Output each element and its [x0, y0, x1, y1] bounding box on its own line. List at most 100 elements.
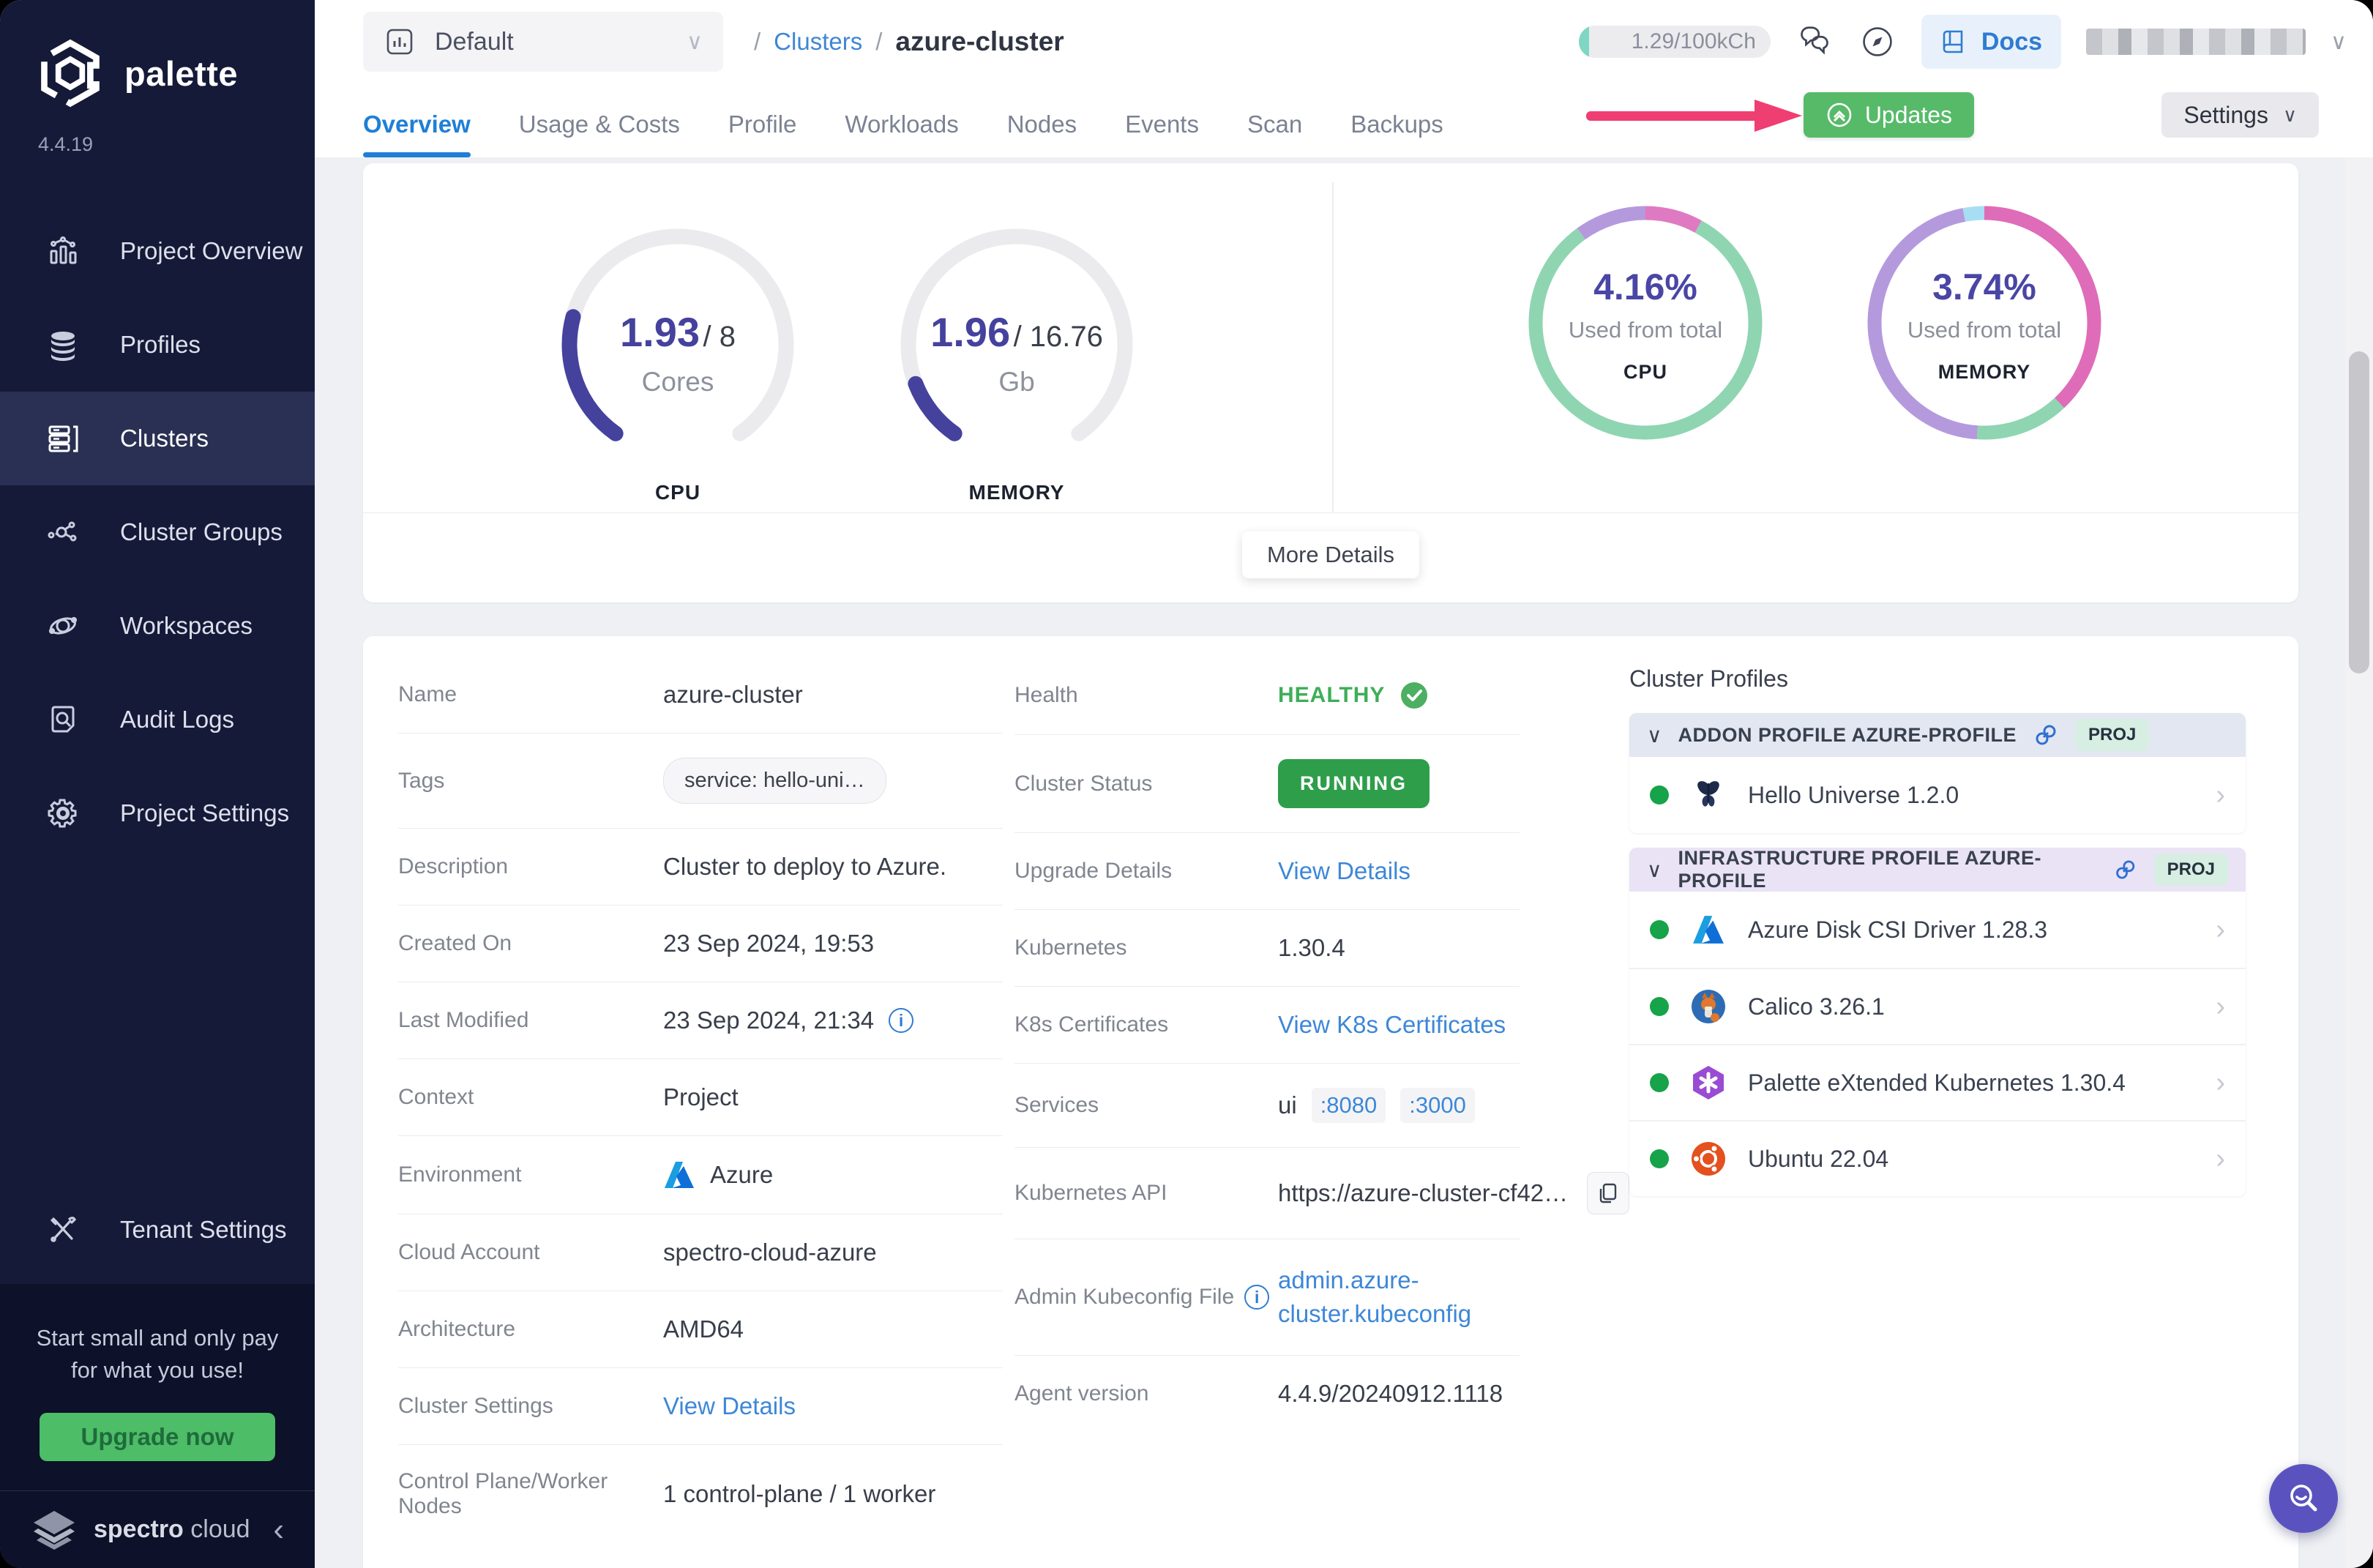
- profile-row-pxk[interactable]: Palette eXtended Kubernetes 1.30.4 ›: [1629, 1044, 2246, 1120]
- sidebar-item-workspaces[interactable]: Workspaces: [0, 579, 315, 673]
- updates-button[interactable]: Updates: [1804, 92, 1974, 138]
- updates-up-icon: [1825, 101, 1853, 129]
- chevron-right-icon: ›: [2216, 780, 2225, 811]
- settings-button[interactable]: Settings ∨: [2161, 92, 2319, 138]
- usage-progress: [1579, 26, 1589, 58]
- sidebar-item-audit-logs[interactable]: Audit Logs: [0, 673, 315, 766]
- tab-backups[interactable]: Backups: [1350, 111, 1443, 157]
- sidebar-item-tenant-settings[interactable]: Tenant Settings: [0, 1183, 315, 1277]
- infrastructure-profile-header[interactable]: ∨ INFRASTRUCTURE PROFILE AZURE-PROFILE P…: [1629, 848, 2246, 892]
- tag-pill[interactable]: service: hello-uni…: [663, 758, 886, 804]
- sidebar-collapse-button[interactable]: ‹: [273, 1514, 284, 1546]
- link-icon: [2033, 722, 2059, 748]
- info-icon[interactable]: i: [1244, 1285, 1269, 1310]
- chat-icon[interactable]: [1795, 23, 1834, 61]
- chevron-down-icon[interactable]: ∨: [1647, 723, 1662, 747]
- tab-profile[interactable]: Profile: [728, 111, 797, 157]
- docs-button[interactable]: Docs: [1921, 15, 2061, 69]
- status-dot: [1650, 920, 1669, 939]
- service-port-3000-link[interactable]: :3000: [1400, 1088, 1475, 1123]
- service-port-8080-link[interactable]: :8080: [1312, 1088, 1386, 1123]
- copy-icon[interactable]: [1587, 1172, 1629, 1214]
- tab-usage-costs[interactable]: Usage & Costs: [519, 111, 680, 157]
- sidebar-nav: Project Overview Profiles Clusters Clust…: [0, 204, 315, 860]
- sidebar-item-project-overview[interactable]: Project Overview: [0, 204, 315, 298]
- infrastructure-profile-group: ∨ INFRASTRUCTURE PROFILE AZURE-PROFILE P…: [1629, 848, 2246, 1196]
- palette-kubernetes-icon: [1689, 1064, 1727, 1102]
- calico-icon: [1689, 988, 1727, 1026]
- cpu-gauge-label: CPU: [553, 481, 802, 504]
- sidebar-item-clusters[interactable]: Clusters: [0, 392, 315, 485]
- usage-text: 1.29/100kCh: [1632, 29, 1756, 54]
- cluster-profiles-title: Cluster Profiles: [1629, 665, 2246, 692]
- cpu-usage-donut: 4.16% Used from total CPU: [1521, 198, 1770, 447]
- user-menu-chevron-icon[interactable]: ∨: [2331, 29, 2347, 55]
- addon-profile-group: ∨ ADDON PROFILE AZURE-PROFILE PROJ Hello…: [1629, 713, 2246, 833]
- detail-row-cloud-account: Cloud Account spectro-cloud-azure: [398, 1214, 1003, 1291]
- details-left-column: Name azure-cluster Tags service: hello-u…: [398, 657, 1003, 1543]
- cpu-total-value: / 8: [703, 321, 735, 353]
- tab-overview[interactable]: Overview: [363, 111, 471, 157]
- upgrade-promo: Start small and only pay for what you us…: [0, 1284, 315, 1490]
- detail-row-services: Services ui :8080 :3000: [1014, 1064, 1520, 1148]
- brand-name: palette: [124, 53, 238, 94]
- sidebar-footer: spectro cloud ‹: [0, 1490, 315, 1568]
- more-details-button[interactable]: More Details: [1242, 531, 1419, 578]
- upgrade-view-details-link[interactable]: View Details: [1278, 857, 1410, 885]
- upgrade-now-button[interactable]: Upgrade now: [40, 1413, 275, 1461]
- tab-events[interactable]: Events: [1125, 111, 1199, 157]
- workspaces-icon: [45, 608, 81, 643]
- project-overview-icon: [45, 234, 81, 269]
- sidebar-item-label: Profiles: [120, 331, 201, 359]
- tab-scan[interactable]: Scan: [1247, 111, 1302, 157]
- chevron-right-icon: ›: [2216, 1143, 2225, 1175]
- profile-row-azure-disk[interactable]: Azure Disk CSI Driver 1.28.3 ›: [1629, 892, 2246, 968]
- updates-label: Updates: [1865, 102, 1952, 129]
- sidebar-item-label: Project Settings: [120, 799, 289, 827]
- sidebar-item-cluster-groups[interactable]: Cluster Groups: [0, 485, 315, 579]
- sidebar-item-profiles[interactable]: Profiles: [0, 298, 315, 392]
- annotation-arrow: [1586, 95, 1806, 136]
- detail-row-last-modified: Last Modified 23 Sep 2024, 21:34i: [398, 982, 1003, 1059]
- view-k8s-certificates-link[interactable]: View K8s Certificates: [1278, 1011, 1506, 1039]
- project-selector[interactable]: Default ∨: [363, 12, 723, 72]
- sidebar-item-label: Audit Logs: [120, 706, 234, 733]
- metrics-card: 1.93 / 8 Cores CPU 1.96 / 16.76 Gb MEMOR…: [363, 163, 2298, 602]
- user-account-name-redacted[interactable]: [2086, 29, 2306, 55]
- sidebar-item-label: Cluster Groups: [120, 518, 283, 546]
- azure-disk-icon: [1689, 911, 1727, 949]
- chevron-down-icon[interactable]: ∨: [1647, 858, 1662, 882]
- cluster-settings-view-details-link[interactable]: View Details: [663, 1392, 796, 1420]
- cpu-donut-label: CPU: [1521, 361, 1770, 384]
- cpu-gauge: 1.93 / 8 Cores CPU: [553, 220, 802, 469]
- sidebar-item-project-settings[interactable]: Project Settings: [0, 766, 315, 860]
- floating-search-button[interactable]: [2269, 1464, 2338, 1533]
- memory-used-value: 1.96: [930, 309, 1010, 355]
- kubeconfig-download-link[interactable]: admin.azure- cluster.kubeconfig: [1278, 1263, 1471, 1331]
- scrollbar-thumb[interactable]: [2349, 351, 2369, 673]
- header-right: 1.29/100kCh Docs ∨: [1579, 12, 2347, 72]
- compass-icon[interactable]: [1858, 23, 1896, 61]
- metrics-divider: [1332, 182, 1334, 512]
- detail-row-tags: Tags service: hello-uni…: [398, 733, 1003, 829]
- running-status-badge: RUNNING: [1278, 759, 1430, 808]
- sidebar-item-label: Tenant Settings: [120, 1216, 287, 1244]
- memory-usage-donut: 3.74% Used from total MEMORY: [1860, 198, 2109, 447]
- breadcrumb-clusters-link[interactable]: Clusters: [774, 28, 862, 56]
- profile-row-ubuntu[interactable]: Ubuntu 22.04 ›: [1629, 1120, 2246, 1196]
- main-content: 1.93 / 8 Cores CPU 1.96 / 16.76 Gb MEMOR…: [315, 157, 2373, 1568]
- sidebar-item-label: Clusters: [120, 425, 209, 452]
- cluster-groups-icon: [45, 515, 81, 550]
- tab-nodes[interactable]: Nodes: [1007, 111, 1077, 157]
- search-smile-icon: [2284, 1479, 2322, 1517]
- settings-label: Settings: [2183, 102, 2268, 129]
- addon-profile-header[interactable]: ∨ ADDON PROFILE AZURE-PROFILE PROJ: [1629, 713, 2246, 757]
- info-icon[interactable]: i: [889, 1008, 913, 1033]
- scrollbar-track[interactable]: [2345, 157, 2373, 1568]
- tab-workloads[interactable]: Workloads: [845, 111, 958, 157]
- sidebar: palette 4.4.19 Project Overview Profiles: [0, 0, 315, 1568]
- profile-row-calico[interactable]: Calico 3.26.1 ›: [1629, 968, 2246, 1044]
- usage-quota-pill[interactable]: 1.29/100kCh: [1579, 26, 1771, 58]
- brand-logo[interactable]: palette: [0, 0, 315, 108]
- profile-row-hello-universe[interactable]: Hello Universe 1.2.0 ›: [1629, 757, 2246, 833]
